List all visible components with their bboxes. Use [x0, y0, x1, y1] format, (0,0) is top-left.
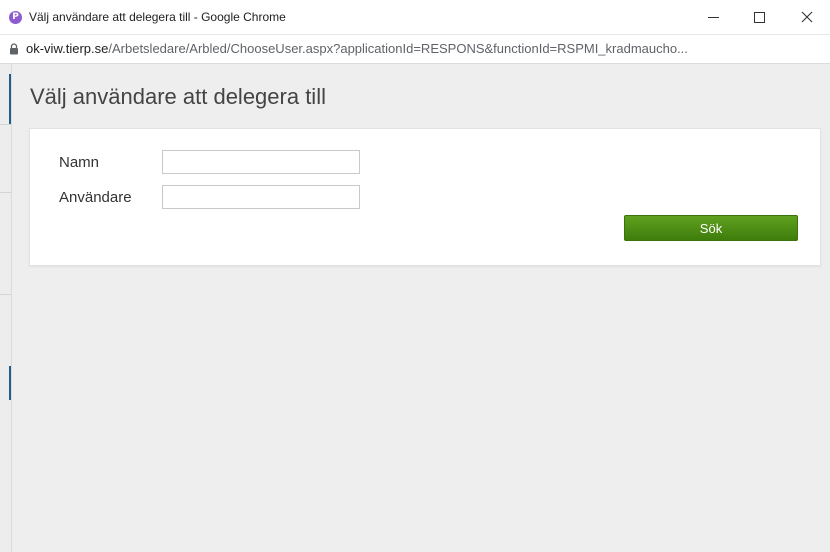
maximize-button[interactable] — [740, 5, 780, 29]
maximize-icon — [754, 12, 765, 23]
sidebar-divider — [0, 192, 11, 193]
page-title: Välj användare att delegera till — [30, 84, 326, 109]
url-text[interactable]: ok-viw.tierp.se/Arbetsledare/Arbled/Choo… — [26, 41, 826, 56]
name-input[interactable] — [162, 150, 360, 174]
user-input[interactable] — [162, 185, 360, 209]
search-form-panel: Namn Användare Sök — [29, 128, 821, 266]
sidebar-divider — [0, 294, 11, 295]
site-favicon-icon: P — [9, 11, 22, 24]
url-host: ok-viw.tierp.se — [26, 41, 109, 56]
minimize-icon — [708, 17, 719, 18]
sidebar-accent-marker — [9, 74, 11, 124]
sidebar-divider — [0, 124, 11, 125]
browser-window: P Välj användare att delegera till - Goo… — [0, 0, 830, 552]
left-sidebar-strip — [0, 64, 12, 552]
close-icon — [801, 11, 813, 23]
window-title: Välj användare att delegera till - Googl… — [29, 10, 286, 24]
sidebar-accent-marker — [9, 366, 11, 400]
user-label: Användare — [59, 189, 132, 206]
lock-icon — [10, 43, 18, 55]
title-bar: P Välj användare att delegera till - Goo… — [0, 0, 830, 35]
url-path: /Arbetsledare/Arbled/ChooseUser.aspx?app… — [108, 41, 688, 56]
minimize-button[interactable] — [694, 5, 734, 29]
page-content: Välj användare att delegera till Namn An… — [0, 64, 830, 552]
search-button[interactable]: Sök — [624, 215, 798, 241]
name-label: Namn — [59, 154, 100, 171]
address-bar[interactable]: ok-viw.tierp.se/Arbetsledare/Arbled/Choo… — [0, 35, 830, 64]
close-button[interactable] — [787, 5, 827, 29]
